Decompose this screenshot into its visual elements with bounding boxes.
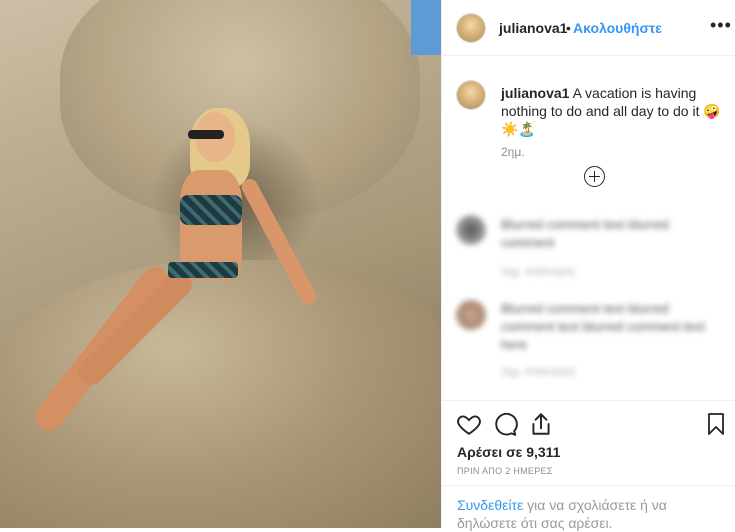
separator-dot: • <box>566 20 571 36</box>
post-caption: julianova1 A vacation is having nothing … <box>501 84 721 138</box>
follow-button[interactable]: Ακολουθήστε <box>573 20 662 36</box>
bookmark-icon[interactable] <box>704 411 728 437</box>
post-header: julianova1 • Ακολουθήστε ••• <box>442 0 735 56</box>
login-prompt: Συνδεθείτε για να σχολιάσετε ή να δηλώσε… <box>457 496 727 532</box>
caption-username[interactable]: julianova1 <box>501 85 569 101</box>
sunglasses <box>188 130 224 139</box>
post-time-ago[interactable]: ΠΡΙΝ ΑΠΟ 2 ΗΜΕΡΕΣ <box>457 466 553 476</box>
share-icon[interactable] <box>528 411 554 437</box>
comment-avatar[interactable] <box>456 300 486 330</box>
post-photo[interactable] <box>0 0 441 528</box>
caption-timestamp[interactable]: 2ημ. <box>501 145 525 159</box>
heart-icon[interactable] <box>456 411 482 437</box>
login-prompt-container: Συνδεθείτε για να σχολιάσετε ή να δηλώσε… <box>442 485 735 531</box>
likes-count[interactable]: Αρέσει σε 9,311 <box>457 444 560 460</box>
comment-meta[interactable]: 2ημ. Απάντηση <box>501 366 575 378</box>
plus-circle-icon[interactable] <box>584 166 605 187</box>
comment-text: Blurred comment text blurred comment tex… <box>501 301 705 352</box>
login-link[interactable]: Συνδεθείτε <box>457 497 523 513</box>
comment-avatar[interactable] <box>456 215 486 245</box>
sky <box>411 0 441 55</box>
post-side-panel: julianova1 • Ακολουθήστε ••• julianova1 … <box>441 0 735 531</box>
comment-meta[interactable]: 2ημ. Απάντηση <box>501 266 575 278</box>
comment-icon[interactable] <box>492 411 518 437</box>
bikini-top <box>180 195 242 225</box>
action-bar: Αρέσει σε 9,311 ΠΡΙΝ ΑΠΟ 2 ΗΜΕΡΕΣ Συνδεθ… <box>442 400 735 531</box>
comment-text: Blurred comment text blurred comment <box>501 217 669 250</box>
username-link[interactable]: julianova1 <box>499 20 567 36</box>
avatar[interactable] <box>457 14 485 42</box>
caption-avatar[interactable] <box>457 81 485 109</box>
bikini-bottom <box>168 262 238 278</box>
more-options-icon[interactable]: ••• <box>710 15 732 36</box>
